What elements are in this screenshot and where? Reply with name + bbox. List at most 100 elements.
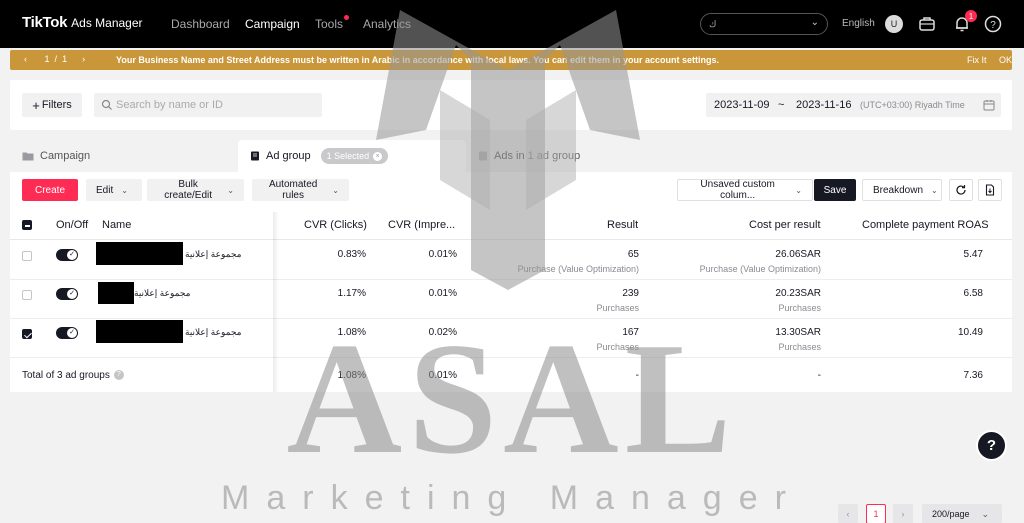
col-cost-per-result[interactable]: Cost per result [749, 219, 821, 231]
filters-button[interactable]: + Filters [22, 93, 82, 117]
language-selector[interactable]: English [842, 18, 875, 29]
row-toggle[interactable]: ✓ [56, 249, 78, 261]
chevron-left-icon: ‹ [846, 509, 850, 519]
col-cvr-impressions[interactable]: CVR (Impre... [388, 219, 455, 231]
col-onoff[interactable]: On/Off [56, 219, 88, 231]
adgroup-icon [251, 151, 259, 161]
plus-icon: + [32, 97, 40, 113]
result-type: Purchase (Value Optimization) [517, 264, 639, 274]
cost-type: Purchases [778, 342, 821, 352]
row-toggle[interactable]: ✓ [56, 288, 78, 300]
col-cvr-clicks[interactable]: CVR (Clicks) [304, 219, 367, 231]
table-row[interactable]: ✓ مجموعة إعلانية 0.83% 0.01% 65 Purchase… [10, 241, 1012, 280]
page-number[interactable]: 1 [866, 504, 886, 523]
result-value: 167 [622, 327, 639, 338]
total-roas: 7.36 [963, 370, 983, 381]
table-row[interactable]: ✓ مجموعة إعلانية 1.08% 0.02% 167 Purchas… [10, 319, 1012, 358]
banner-next-icon[interactable]: › [82, 54, 85, 64]
nav-dashboard[interactable]: Dashboard [171, 17, 230, 31]
tiktok-logo[interactable]: TikTok Ads Manager [22, 14, 143, 31]
frozen-column-divider [273, 212, 279, 392]
total-row: Total of 3 ad groups? 1.08% 0.01% - - 7.… [10, 358, 1012, 397]
selected-chip[interactable]: 1 Selected × [320, 148, 389, 164]
date-end: 2023-11-16 [796, 99, 852, 111]
table-row[interactable]: ✓ مجموعة إعلانية 1.17% 0.01% 239 Purchas… [10, 280, 1012, 319]
tab-adgroup[interactable]: Ad group 1 Selected × [238, 140, 466, 172]
edit-button[interactable]: Edit ⌄ [86, 179, 142, 201]
banner-prev-icon[interactable]: ‹ [24, 54, 27, 64]
help-button[interactable]: ? [976, 430, 1007, 461]
nav-tools[interactable]: Tools [315, 15, 350, 31]
clear-selection-icon[interactable]: × [373, 151, 383, 161]
filter-bar: +Filters 2023-11-09 ~ 2023-11-16 (UTC+03… [10, 80, 1012, 130]
filters-label: Filters [41, 99, 72, 111]
avatar[interactable]: U [885, 15, 903, 33]
nav-campaign[interactable]: Campaign [245, 17, 300, 31]
col-result[interactable]: Result [607, 219, 638, 231]
info-icon[interactable]: ? [113, 370, 124, 381]
chevron-down-icon: ⌄ [332, 185, 339, 195]
tab-campaign[interactable]: Campaign [22, 140, 90, 172]
account-suffix: ك [709, 18, 717, 29]
custom-columns-select[interactable]: Unsaved custom colum... ⌄ [677, 179, 813, 201]
fix-it-link[interactable]: Fix It [967, 55, 987, 65]
cost-type: Purchases [778, 303, 821, 313]
select-all-checkbox[interactable] [22, 220, 32, 230]
check-icon: ✓ [69, 290, 75, 297]
notification-badge: 1 [965, 10, 977, 22]
banner-page-current: 1 [44, 54, 50, 64]
total-cvr-clicks: 1.08% [337, 370, 366, 381]
row-checkbox[interactable] [22, 329, 32, 339]
help-circle-icon[interactable]: ? [983, 14, 1003, 34]
page-size-select[interactable]: 200/page ⌄ [922, 504, 1002, 523]
breakdown-button[interactable]: Breakdown ⌄ [862, 179, 942, 201]
tab-adgroup-label: Ad group [266, 150, 311, 162]
adgroup-name[interactable]: مجموعة إعلانية [185, 327, 241, 338]
tab-ads[interactable]: Ads in 1 ad group [478, 140, 580, 172]
refresh-button[interactable] [949, 179, 973, 201]
export-button[interactable] [978, 179, 1002, 201]
search-icon [101, 99, 112, 110]
result-value: 65 [627, 249, 639, 260]
adgroup-name[interactable]: مجموعة إعلانية [134, 288, 190, 299]
account-switcher[interactable]: ك ⌄ [700, 13, 828, 35]
col-name[interactable]: Name [102, 219, 131, 231]
cost-value: 20.23SAR [775, 288, 821, 299]
chevron-down-icon: ⌄ [227, 185, 234, 195]
cvr-impr-value: 0.01% [428, 288, 457, 299]
notice-banner: ‹ 1 / 1 › Your Business Name and Street … [10, 50, 1012, 70]
cvr-clicks-value: 1.08% [337, 327, 366, 338]
roas-value: 5.47 [963, 249, 983, 260]
export-file-icon [985, 184, 995, 196]
nav-analytics[interactable]: Analytics [363, 17, 411, 31]
save-columns-button[interactable]: Save [814, 179, 856, 201]
cvr-impr-value: 0.01% [428, 249, 457, 260]
check-icon: ✓ [69, 251, 75, 258]
prev-page-button[interactable]: ‹ [838, 504, 858, 523]
bulk-create-edit-button[interactable]: Bulk create/Edit ⌄ [147, 179, 244, 201]
redacted-account-name [719, 15, 791, 33]
cost-value: 26.06SAR [775, 249, 821, 260]
briefcase-icon[interactable] [917, 14, 937, 34]
adgroup-name[interactable]: مجموعة إعلانية [185, 249, 241, 260]
tab-campaign-label: Campaign [40, 150, 91, 162]
roas-value: 10.49 [957, 327, 983, 338]
row-toggle[interactable]: ✓ [56, 327, 78, 339]
row-checkbox[interactable] [22, 290, 32, 300]
col-complete-payment-roas[interactable]: Complete payment ROAS [862, 219, 989, 231]
total-label-text: Total of 3 ad groups [22, 370, 110, 381]
ok-button[interactable]: OK [999, 55, 1012, 65]
next-page-button[interactable]: › [893, 504, 913, 523]
search-input[interactable] [94, 93, 322, 117]
automated-rules-button[interactable]: Automated rules ⌄ [252, 179, 349, 201]
create-button[interactable]: Create [22, 179, 78, 201]
cost-value: 13.30SAR [775, 327, 821, 338]
date-separator: ~ [778, 99, 785, 111]
svg-text:?: ? [990, 20, 996, 31]
date-range-picker[interactable]: 2023-11-09 ~ 2023-11-16 (UTC+03:00) Riya… [706, 93, 1001, 117]
timezone-label: (UTC+03:00) Riyadh Time [860, 100, 965, 110]
refresh-icon [956, 185, 966, 195]
cost-type: Purchase (Value Optimization) [699, 264, 821, 274]
row-checkbox[interactable] [22, 251, 32, 261]
tab-ads-label: Ads in 1 ad group [494, 150, 581, 162]
